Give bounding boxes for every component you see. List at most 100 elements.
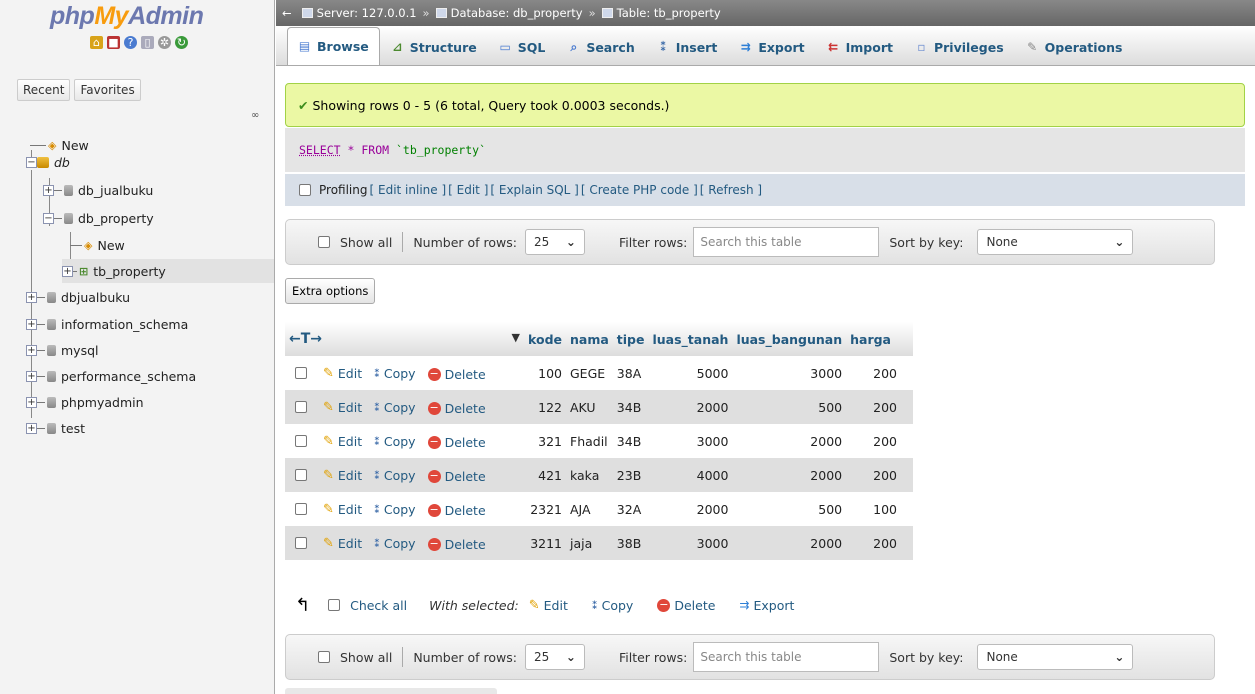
cell-tipe[interactable]: 34B [612, 424, 649, 458]
row-edit-button[interactable]: ✎ Edit [323, 366, 362, 381]
cell-tipe[interactable]: 34B [612, 390, 649, 424]
breadcrumb-database[interactable]: Database: db_property [435, 6, 583, 20]
row-checkbox[interactable] [295, 401, 307, 413]
cell-luas-bangunan[interactable]: 500 [732, 492, 847, 526]
bulk-export-button[interactable]: ⇉ Export [739, 598, 794, 613]
cell-kode[interactable]: 100 [524, 356, 566, 390]
cell-luas-bangunan[interactable]: 2000 [732, 458, 847, 492]
column-header-luas-tanah[interactable]: luas_tanah [648, 322, 733, 356]
phpmyadmin-logo[interactable]: phpMyAdmin [50, 2, 204, 31]
cell-harga[interactable]: 200 [846, 424, 913, 458]
collapse-icon[interactable]: − [26, 156, 37, 168]
cell-luas-tanah[interactable]: 3000 [648, 526, 733, 560]
row-delete-button[interactable]: − Delete [427, 435, 486, 450]
row-edit-button[interactable]: ✎ Edit [323, 468, 362, 483]
cell-kode[interactable]: 321 [524, 424, 566, 458]
column-header-tipe[interactable]: tipe [612, 322, 649, 356]
column-arrows-icon[interactable]: ←T→ [289, 331, 322, 347]
tree-db-jualbuku[interactable]: + db_jualbuku [43, 178, 153, 202]
rows-per-page-select[interactable]: 25 ⌄ [524, 229, 585, 255]
expand-icon[interactable]: + [26, 318, 37, 330]
show-all-checkbox[interactable] [318, 236, 330, 248]
cell-tipe[interactable]: 32A [612, 492, 649, 526]
rows-per-page-select[interactable]: 25 ⌄ [524, 644, 585, 670]
sort-by-key-select[interactable]: None ⌄ [977, 644, 1134, 670]
bulk-copy-button[interactable]: ⁑ Copy [592, 598, 633, 613]
cell-luas-tanah[interactable]: 2000 [648, 390, 733, 424]
cell-harga[interactable]: 200 [846, 526, 913, 560]
row-delete-button[interactable]: − Delete [427, 469, 486, 484]
recent-button[interactable]: Recent [17, 79, 71, 101]
expand-icon[interactable]: + [26, 422, 37, 434]
tab-operations[interactable]: ✎ Operations [1015, 29, 1134, 65]
cell-luas-bangunan[interactable]: 2000 [732, 424, 847, 458]
tree-tb-property[interactable]: + ⊞ tb_property [62, 259, 274, 283]
tree-phpmyadmin[interactable]: + phpmyadmin [26, 390, 144, 414]
expand-icon[interactable]: + [26, 344, 37, 356]
cell-kode[interactable]: 2321 [524, 492, 566, 526]
cell-nama[interactable]: jaja [566, 526, 613, 560]
show-all-checkbox[interactable] [318, 651, 330, 663]
column-header-luas-bangunan[interactable]: luas_bangunan [732, 322, 847, 356]
edit-link[interactable]: [ Edit ] [448, 183, 488, 197]
row-copy-button[interactable]: ⁑ Copy [374, 502, 415, 517]
row-delete-button[interactable]: − Delete [427, 503, 486, 518]
cell-luas-bangunan[interactable]: 3000 [732, 356, 847, 390]
row-edit-button[interactable]: ✎ Edit [323, 502, 362, 517]
cell-kode[interactable]: 3211 [524, 526, 566, 560]
cell-nama[interactable]: kaka [566, 458, 613, 492]
help-icon[interactable]: ? [124, 36, 137, 49]
filter-rows-input[interactable]: Search this table [693, 642, 880, 672]
cell-luas-tanah[interactable]: 4000 [648, 458, 733, 492]
tab-search[interactable]: ⌕ Search [556, 29, 645, 65]
tab-privileges[interactable]: ▫ Privileges [904, 29, 1015, 65]
filter-rows-input[interactable]: Search this table [693, 227, 880, 257]
cell-kode[interactable]: 122 [524, 390, 566, 424]
row-copy-button[interactable]: ⁑ Copy [374, 366, 415, 381]
row-checkbox[interactable] [295, 503, 307, 515]
row-delete-button[interactable]: − Delete [427, 367, 486, 382]
row-checkbox[interactable] [295, 469, 307, 481]
cell-harga[interactable]: 100 [846, 492, 913, 526]
bulk-edit-button[interactable]: ✎ Edit [529, 598, 568, 613]
bulk-delete-button[interactable]: − Delete [657, 598, 715, 613]
row-delete-button[interactable]: − Delete [427, 401, 486, 416]
cell-tipe[interactable]: 38B [612, 526, 649, 560]
tree-information-schema[interactable]: + information_schema [26, 312, 188, 336]
cell-luas-bangunan[interactable]: 2000 [732, 526, 847, 560]
tree-dbjualbuku[interactable]: + dbjualbuku [26, 285, 130, 309]
link-icon[interactable]: ∞ [251, 110, 259, 121]
cell-tipe[interactable]: 23B [612, 458, 649, 492]
row-copy-button[interactable]: ⁑ Copy [374, 434, 415, 449]
tab-structure[interactable]: ⊿ Structure [380, 29, 488, 65]
tab-insert[interactable]: ⁑ Insert [646, 29, 729, 65]
column-header-nama[interactable]: nama [566, 322, 613, 356]
extra-options-button[interactable]: Extra options [285, 278, 376, 304]
cell-harga[interactable]: 200 [846, 390, 913, 424]
row-checkbox[interactable] [295, 435, 307, 447]
row-copy-button[interactable]: ⁑ Copy [374, 400, 415, 415]
expand-icon[interactable]: + [26, 291, 37, 303]
row-checkbox[interactable] [295, 537, 307, 549]
tab-export[interactable]: ⇉ Export [728, 29, 815, 65]
tree-mysql[interactable]: + mysql [26, 338, 99, 362]
query-results-operations-tab[interactable] [285, 688, 497, 694]
check-all-checkbox[interactable] [328, 599, 341, 611]
refresh-link[interactable]: [ Refresh ] [700, 183, 762, 197]
row-delete-button[interactable]: − Delete [427, 537, 486, 552]
row-edit-button[interactable]: ✎ Edit [323, 434, 362, 449]
cell-nama[interactable]: GEGE [566, 356, 613, 390]
breadcrumb-table[interactable]: Table: tb_property [601, 6, 721, 20]
row-copy-button[interactable]: ⁑ Copy [374, 536, 415, 551]
tab-browse[interactable]: ▤ Browse [287, 27, 380, 65]
row-edit-button[interactable]: ✎ Edit [323, 400, 362, 415]
expand-icon[interactable]: + [26, 396, 37, 408]
create-php-code-link[interactable]: [ Create PHP code ] [581, 183, 698, 197]
tab-sql[interactable]: ▭ SQL [488, 29, 557, 65]
cell-nama[interactable]: Fhadil [566, 424, 613, 458]
cell-luas-tanah[interactable]: 2000 [648, 492, 733, 526]
cell-harga[interactable]: 200 [846, 356, 913, 390]
logout-icon[interactable]: ■ [107, 36, 120, 49]
docs-icon[interactable]: ▯ [141, 36, 154, 49]
cell-luas-tanah[interactable]: 5000 [648, 356, 733, 390]
